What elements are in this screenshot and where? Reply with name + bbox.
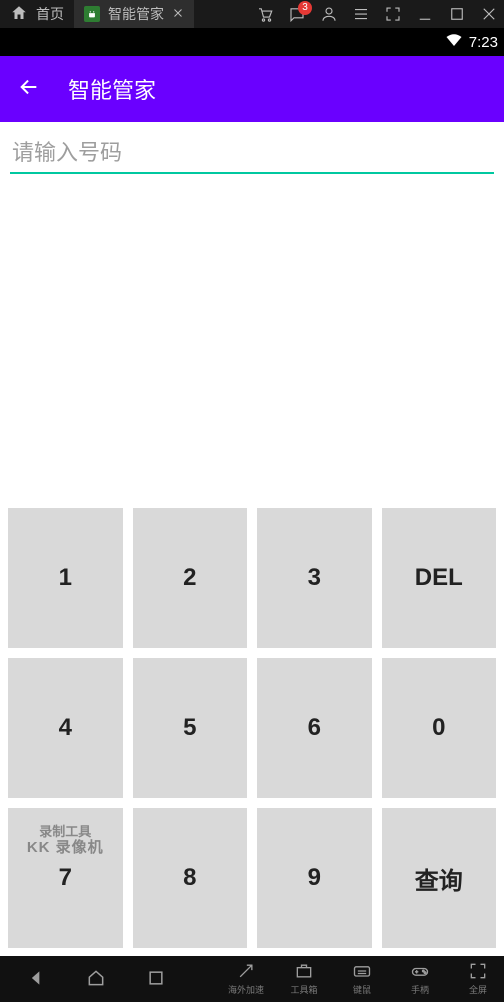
recorder-watermark: 录制工具 KK 录像机 [8, 824, 123, 856]
nav-back-icon[interactable] [26, 968, 46, 991]
keypad-key-8[interactable]: 8 [133, 808, 248, 948]
menu-icon[interactable] [352, 5, 370, 23]
minimize-icon[interactable] [416, 5, 434, 23]
close-icon[interactable] [172, 6, 184, 22]
emulator-tab-label: 首页 [36, 4, 64, 24]
android-app-icon [84, 6, 100, 22]
keypad-key-7[interactable]: 录制工具 KK 录像机 7 [8, 808, 123, 948]
keypad-key-2[interactable]: 2 [133, 508, 248, 648]
number-input-area [0, 122, 504, 174]
window-close-icon[interactable] [480, 5, 498, 23]
keypad-key-5[interactable]: 5 [133, 658, 248, 798]
bottom-tool-accel[interactable]: 海外加速 [226, 961, 266, 996]
keypad-key-0[interactable]: 0 [382, 658, 497, 798]
keypad-key-query[interactable]: 查询 [382, 808, 497, 948]
emulator-tabs: 首页 智能管家 [0, 0, 194, 28]
app-header: 智能管家 [0, 56, 504, 122]
keypad-key-del[interactable]: DEL [382, 508, 497, 648]
content-area [0, 174, 504, 498]
status-time: 7:23 [469, 34, 498, 51]
user-icon[interactable] [320, 5, 338, 23]
keypad-key-6[interactable]: 6 [257, 658, 372, 798]
emulator-bottom-bar: 海外加速 工具箱 键鼠 手柄 全屏 [0, 956, 504, 1002]
nav-recent-icon[interactable] [146, 968, 166, 991]
bottom-tool-fullscreen[interactable]: 全屏 [458, 961, 498, 996]
maximize-icon[interactable] [448, 5, 466, 23]
notification-badge: 3 [298, 1, 312, 15]
wifi-icon [445, 31, 463, 53]
bottom-tool-gamepad[interactable]: 手柄 [400, 961, 440, 996]
message-icon[interactable]: 3 [288, 5, 306, 23]
emulator-tab-app[interactable]: 智能管家 [74, 0, 194, 28]
bottom-tool-toolbox[interactable]: 工具箱 [284, 961, 324, 996]
bottom-tool-keymap[interactable]: 键鼠 [342, 961, 382, 996]
keypad-key-3[interactable]: 3 [257, 508, 372, 648]
home-icon [10, 4, 28, 25]
nav-home-icon[interactable] [86, 968, 106, 991]
android-nav [0, 968, 192, 991]
emulator-sys-icons: 3 [256, 5, 504, 23]
keypad-key-4[interactable]: 4 [8, 658, 123, 798]
emulator-tab-label: 智能管家 [108, 4, 164, 24]
emulator-top-bar: 首页 智能管家 3 [0, 0, 504, 28]
page-title: 智能管家 [68, 73, 156, 105]
emulator-tab-home[interactable]: 首页 [0, 0, 74, 28]
keypad-key-9[interactable]: 9 [257, 808, 372, 948]
keypad-key-1[interactable]: 1 [8, 508, 123, 648]
keypad: 1 2 3 DEL 4 5 6 0 录制工具 KK 录像机 7 8 9 查询 [0, 498, 504, 956]
fullscreen-icon[interactable] [384, 5, 402, 23]
back-icon[interactable] [18, 76, 40, 103]
android-status-bar: 7:23 [0, 28, 504, 56]
cart-icon[interactable] [256, 5, 274, 23]
number-input[interactable] [10, 134, 494, 172]
